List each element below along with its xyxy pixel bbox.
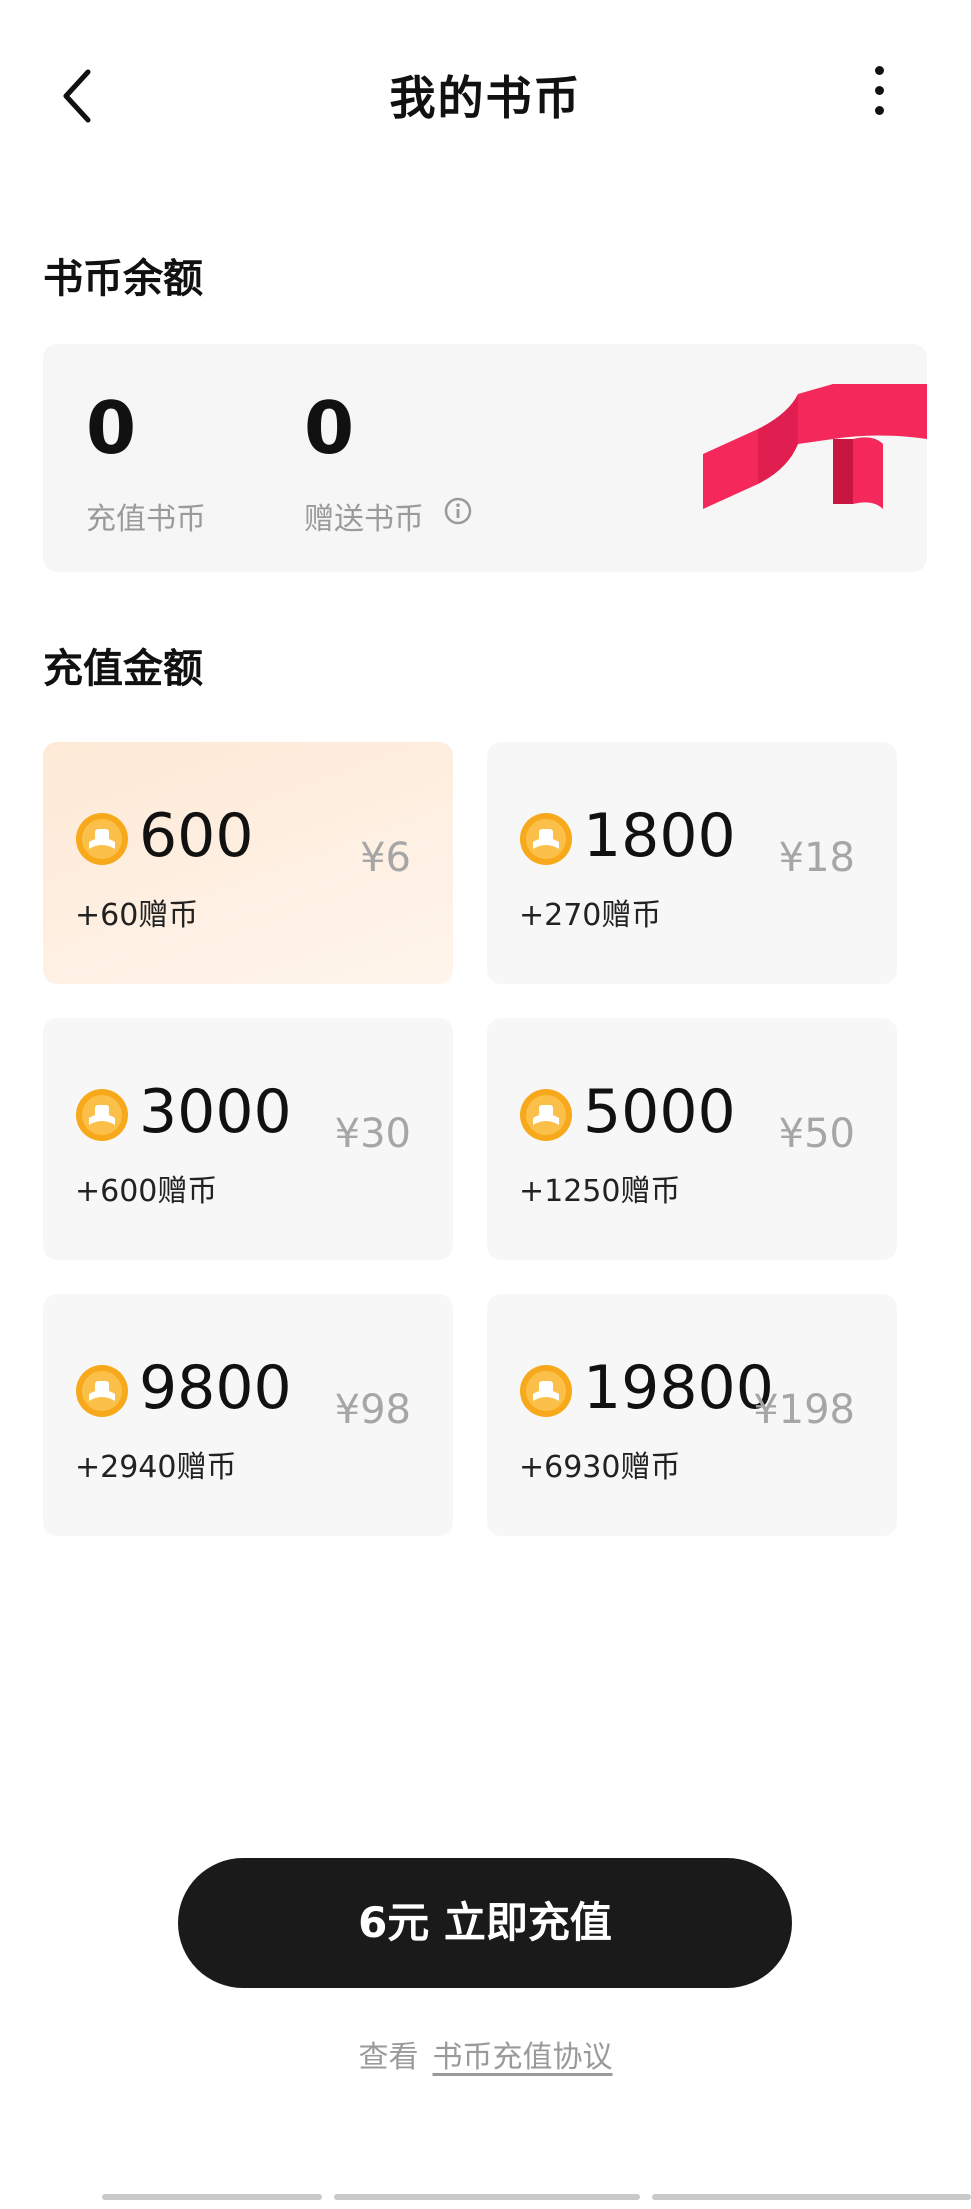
package-card-5000[interactable]: 5000 +1250赠币 ¥50 (487, 1018, 897, 1260)
package-price: ¥98 (334, 1387, 411, 1433)
package-coins: 1800 (583, 801, 736, 871)
package-price: ¥30 (334, 1111, 411, 1157)
more-button[interactable] (860, 62, 900, 120)
package-price: ¥50 (778, 1111, 855, 1157)
package-coins: 19800 (583, 1353, 774, 1423)
more-vertical-icon (875, 66, 884, 75)
recharged-coins-value: 0 (86, 386, 137, 470)
coin-icon (519, 812, 573, 866)
package-bonus: +600赠币 (75, 1174, 218, 1209)
package-bonus: +60赠币 (75, 898, 199, 933)
package-card-600[interactable]: 600 +60赠币 ¥6 (43, 742, 453, 984)
agreement-row: 查看 书币充值协议 (0, 2032, 971, 2076)
coin-icon (519, 1088, 573, 1142)
coin-icon (519, 1364, 573, 1418)
package-bonus: +2940赠币 (75, 1450, 237, 1485)
recharge-section-title: 充值金额 (43, 646, 203, 692)
info-icon[interactable] (443, 496, 473, 526)
gift-coins-value: 0 (304, 386, 355, 470)
package-coins: 3000 (139, 1077, 292, 1147)
package-bonus: +270赠币 (519, 898, 662, 933)
header: 我的书币 (0, 0, 971, 190)
coin-icon (75, 1364, 129, 1418)
package-price: ¥198 (753, 1387, 855, 1433)
package-price: ¥18 (778, 835, 855, 881)
package-coins: 600 (139, 801, 254, 871)
gift-coins-label: 赠送书币 (304, 502, 424, 537)
nav-indicator (652, 2194, 971, 2200)
balance-section-title: 书币余额 (43, 256, 203, 302)
package-card-19800[interactable]: 19800 +6930赠币 ¥198 (487, 1294, 897, 1536)
nav-indicator (102, 2194, 322, 2200)
page-title: 我的书币 (389, 71, 582, 125)
agreement-prefix: 查看 (358, 2040, 419, 2075)
package-coins: 5000 (583, 1077, 736, 1147)
coin-icon (75, 812, 129, 866)
package-coins: 9800 (139, 1353, 292, 1423)
nav-indicator (334, 2194, 640, 2200)
package-card-9800[interactable]: 9800 +2940赠币 ¥98 (43, 1294, 453, 1536)
recharged-coins-label: 充值书币 (86, 502, 206, 537)
package-bonus: +1250赠币 (519, 1174, 681, 1209)
coin-recharge-agreement-link[interactable]: 书币充值协议 (433, 2040, 613, 2075)
package-card-1800[interactable]: 1800 +270赠币 ¥18 (487, 742, 897, 984)
coin-icon (75, 1088, 129, 1142)
recharge-now-button[interactable]: 6元 立即充值 (178, 1858, 792, 1988)
balance-card: 0 充值书币 0 赠送书币 (43, 344, 927, 572)
package-card-3000[interactable]: 3000 +600赠币 ¥30 (43, 1018, 453, 1260)
ribbon-decoration (703, 384, 927, 509)
package-bonus: +6930赠币 (519, 1450, 681, 1485)
package-price: ¥6 (360, 835, 411, 881)
